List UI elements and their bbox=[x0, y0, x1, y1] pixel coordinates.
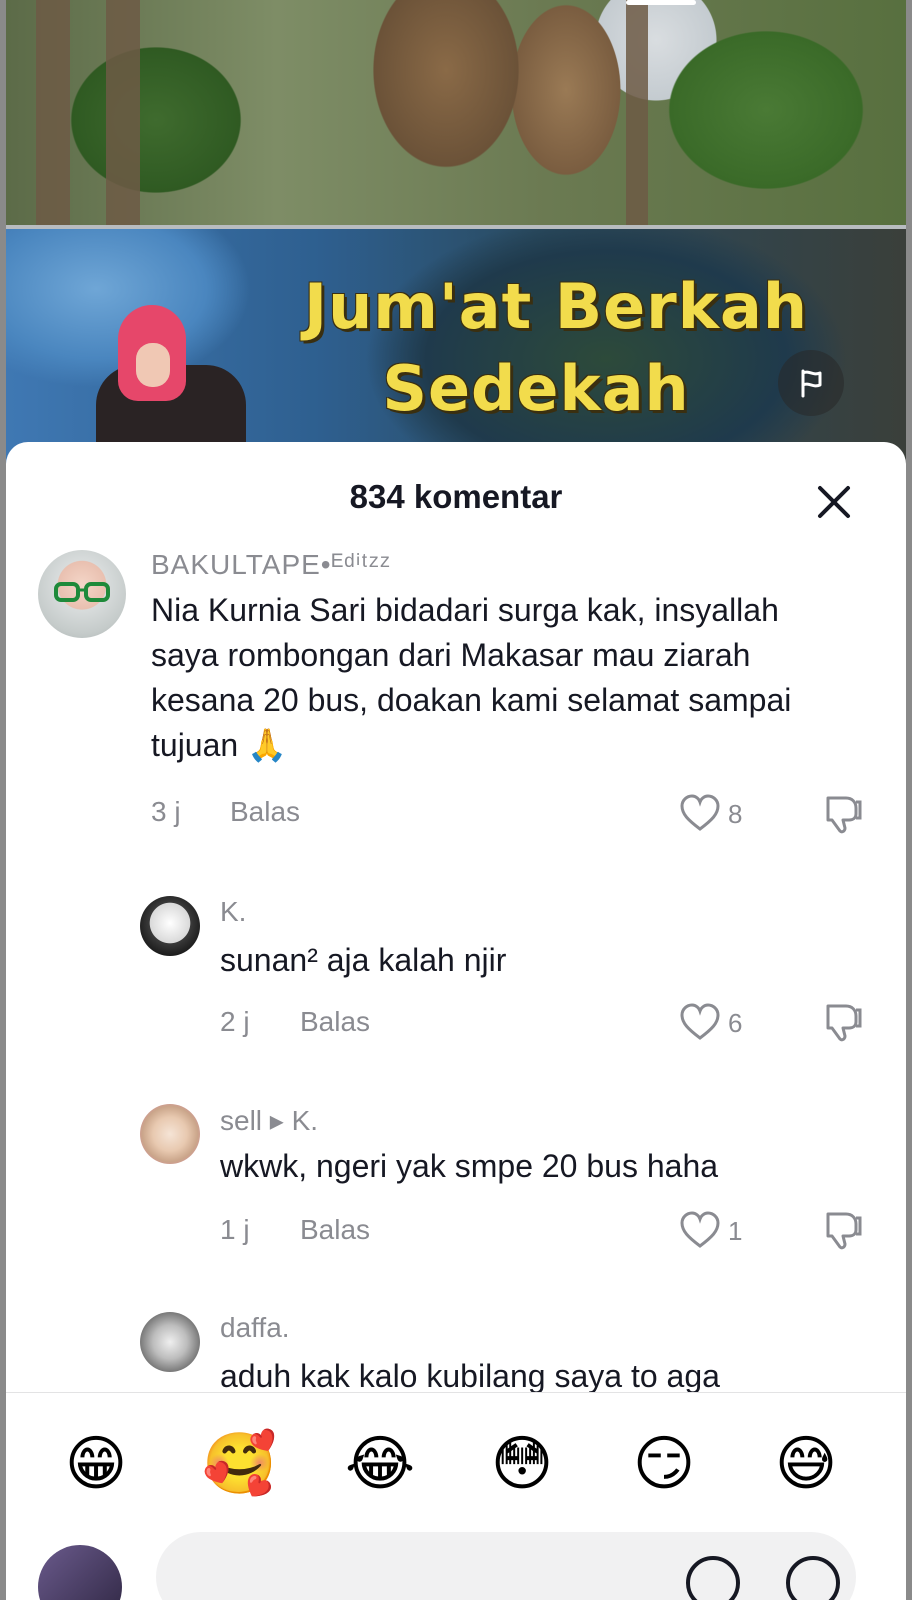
reply-time: 2 j bbox=[220, 1006, 250, 1037]
emoji-smirk[interactable]: 😏 bbox=[628, 1428, 700, 1500]
divider bbox=[6, 1392, 906, 1393]
emoji-flushed[interactable]: 😳 bbox=[486, 1428, 558, 1500]
avatar[interactable] bbox=[38, 550, 126, 638]
reply-button[interactable]: Balas bbox=[300, 1006, 370, 1038]
flag-icon bbox=[801, 369, 822, 398]
avatar[interactable] bbox=[140, 896, 200, 956]
comment-time: 3 j bbox=[151, 796, 181, 827]
emoji-hearts[interactable]: 🥰 bbox=[202, 1428, 277, 1500]
comment-username[interactable]: BAKULTAPE•ᴱᵈⁱᵗᶻᶻ bbox=[151, 548, 391, 581]
dislike-icon[interactable] bbox=[822, 1000, 866, 1044]
video-trunk bbox=[106, 0, 140, 235]
dislike-icon[interactable] bbox=[822, 1208, 866, 1252]
like-count: 8 bbox=[728, 799, 743, 829]
glasses-icon bbox=[54, 582, 110, 602]
close-button[interactable] bbox=[814, 482, 854, 522]
reply-text: aduh kak kalo kubilang saya to aga bbox=[220, 1358, 720, 1392]
comment-input[interactable] bbox=[156, 1532, 856, 1600]
like-count: 6 bbox=[728, 1008, 743, 1038]
video-trunk bbox=[36, 0, 70, 235]
close-icon bbox=[818, 486, 850, 518]
like-count: 1 bbox=[728, 1216, 743, 1246]
video-trunk bbox=[626, 0, 648, 235]
avatar[interactable] bbox=[140, 1104, 200, 1164]
comment-text: Nia Kurnia Sari bidadari surga kak, insy… bbox=[151, 592, 792, 763]
reply-username[interactable]: sell ▸ K. bbox=[220, 1104, 318, 1137]
banner-title: Jum'at Berkah bbox=[304, 270, 808, 343]
heart-icon[interactable] bbox=[678, 793, 722, 833]
heart-icon[interactable] bbox=[678, 1002, 722, 1042]
comment-count-title: 834 komentar bbox=[349, 478, 563, 515]
reply-text: wkwk, ngeri yak smpe 20 bus haha bbox=[220, 1148, 719, 1184]
dislike-icon[interactable] bbox=[822, 792, 866, 836]
video-background[interactable]: Jum'at Berkah Sedekah bbox=[6, 0, 906, 470]
reply-username[interactable]: K. bbox=[220, 896, 246, 928]
top-indicator bbox=[626, 0, 696, 5]
reply-username[interactable]: daffa. bbox=[220, 1312, 290, 1344]
heart-icon[interactable] bbox=[678, 1210, 722, 1250]
reply-text: sunan² aja kalah njir bbox=[220, 942, 507, 978]
report-button[interactable] bbox=[778, 350, 844, 416]
emoji-sweat-smile[interactable]: 😅 bbox=[770, 1428, 842, 1500]
avatar[interactable] bbox=[140, 1312, 200, 1372]
reply-time: 1 j bbox=[220, 1214, 250, 1245]
reply-button[interactable]: Balas bbox=[300, 1214, 370, 1246]
app-frame: Jum'at Berkah Sedekah 834 komentar BAKUL… bbox=[6, 0, 906, 1600]
emoji-grin[interactable]: 😁 bbox=[60, 1428, 132, 1500]
reply-button[interactable]: Balas bbox=[230, 796, 300, 828]
emoji-joy[interactable]: 😂 bbox=[344, 1428, 416, 1500]
video-trees bbox=[6, 0, 906, 235]
banner-subtitle: Sedekah bbox=[382, 352, 690, 425]
